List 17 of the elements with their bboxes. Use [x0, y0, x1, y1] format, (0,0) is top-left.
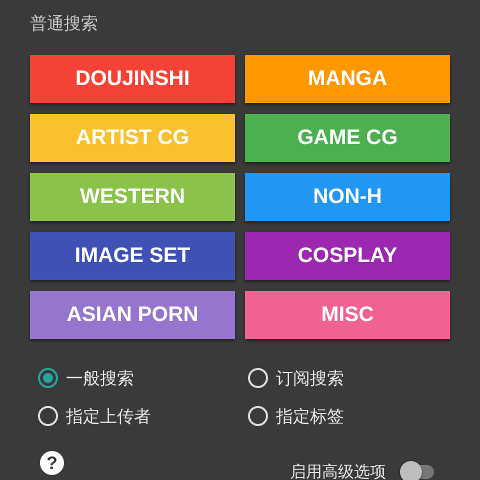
category-button[interactable]: NON-H [245, 173, 450, 221]
category-button[interactable]: DOUJINSHI [30, 55, 235, 103]
search-mode-radio[interactable]: 订阅搜索 [248, 365, 344, 391]
category-button[interactable]: ASIAN PORN [30, 291, 235, 339]
category-button[interactable]: IMAGE SET [30, 232, 235, 280]
advanced-toggle[interactable] [400, 461, 436, 480]
search-mode-radio[interactable]: 指定上传者 [38, 403, 151, 429]
category-button[interactable]: GAME CG [245, 114, 450, 162]
search-mode-radio[interactable]: 一般搜索 [38, 365, 134, 391]
category-button[interactable]: MANGA [245, 55, 450, 103]
category-button[interactable]: MISC [245, 291, 450, 339]
help-button[interactable]: ? [40, 451, 64, 475]
search-mode-radio[interactable]: 指定标签 [248, 403, 344, 429]
category-button[interactable]: WESTERN [30, 173, 235, 221]
section-title: 普通搜索 [30, 13, 98, 36]
category-button[interactable]: COSPLAY [245, 232, 450, 280]
advanced-options-label: 启用高级选项 [290, 462, 386, 480]
